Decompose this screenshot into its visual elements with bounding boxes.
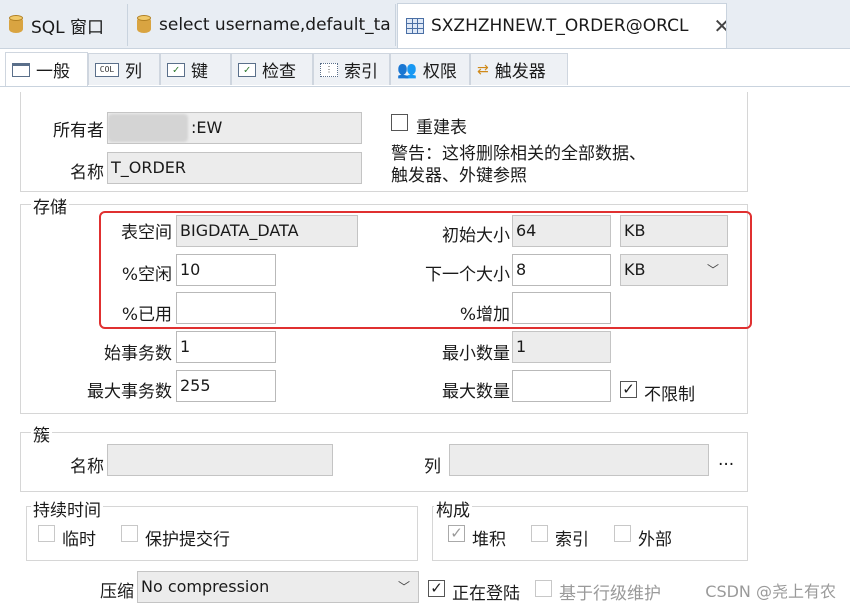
browse-button[interactable]: ... (718, 450, 734, 470)
tab-checks[interactable]: ✓ 检查 (231, 53, 313, 85)
compression-value: No compression (141, 577, 270, 596)
temporary-label: 临时 (62, 530, 96, 550)
unlimited-checkbox[interactable]: ✓ (620, 381, 637, 398)
initrans-label: 始事务数 (104, 344, 172, 364)
index-icon: ⋮ (320, 62, 338, 77)
cluster-columns-label: 列 (424, 457, 441, 477)
database-icon (136, 15, 152, 35)
database-icon (8, 15, 24, 35)
rebuild-table-label: 重建表 (416, 118, 467, 138)
preserve-rows-checkbox[interactable] (121, 525, 138, 542)
watermark: CSDN @尧上有农 (705, 582, 836, 601)
cluster-name-field[interactable] (107, 444, 333, 476)
tab-label: 检查 (262, 62, 296, 82)
logging-label: 正在登陆 (452, 584, 520, 604)
tab-label: 索引 (344, 62, 378, 82)
max-extents-label: 最大数量 (442, 382, 510, 402)
col-icon: COL (95, 62, 119, 77)
unlimited-label: 不限制 (644, 385, 695, 405)
compression-select[interactable]: No compression ﹀ (137, 571, 419, 603)
min-extents-label: 最小数量 (442, 344, 510, 364)
duration-title: 持续时间 (31, 496, 103, 521)
tab-label: 触发器 (494, 62, 546, 82)
tab-label: 一般 (36, 62, 70, 82)
heap-checkbox[interactable]: ✓ (448, 525, 465, 542)
tab-label: 键 (191, 62, 208, 82)
tab-indexes[interactable]: ⋮ 索引 (313, 53, 390, 85)
tab-label: SQL 窗口 (31, 17, 105, 38)
cluster-title: 簇 (31, 421, 52, 446)
heap-label: 堆积 (472, 530, 506, 550)
users-icon: 👥 (397, 60, 417, 79)
highlight-box (99, 211, 752, 329)
tab-triggers[interactable]: ⇄ 触发器 (470, 53, 568, 85)
preserve-rows-label: 保护提交行 (145, 530, 230, 550)
chevron-down-icon: ﹀ (397, 580, 410, 594)
tab-label: 列 (125, 62, 142, 82)
tab-label: SXZHZHNEW.T_ORDER@ORCL (431, 16, 689, 36)
min-extents-field[interactable]: 1 (512, 331, 611, 363)
cluster-name-label: 名称 (70, 457, 104, 477)
tab-keys[interactable]: ✓ 键 (160, 53, 231, 85)
name-label: 名称 (70, 163, 104, 183)
window-icon (12, 62, 30, 77)
tab-general[interactable]: 一般 (5, 52, 88, 86)
document-tab-bar: SQL 窗口 select username,default_ta ... SX… (0, 0, 850, 49)
external-label: 外部 (638, 530, 672, 550)
tab-privileges[interactable]: 👥 权限 (390, 53, 470, 85)
tab-sql-window[interactable]: SQL 窗口 (0, 4, 128, 46)
tab-table-editor[interactable]: SXZHZHNEW.T_ORDER@ORCL ✕ (397, 3, 727, 48)
compression-label: 压缩 (100, 582, 134, 602)
owner-value: :EW (191, 118, 223, 137)
index-organized-checkbox[interactable] (531, 525, 548, 542)
temporary-checkbox[interactable] (38, 525, 55, 542)
check-icon: ✓ (238, 62, 256, 77)
table-name-field[interactable]: T_ORDER (107, 152, 362, 184)
trigger-icon: ⇄ (477, 61, 489, 78)
editor-tab-bar: 一般 COL 列 ✓ 键 ✓ 检查 ⋮ 索引 👥 权限 ⇄ 触发器 (0, 50, 850, 87)
maxtrans-label: 最大事务数 (87, 382, 172, 402)
maxtrans-field[interactable]: 255 (176, 370, 276, 402)
storage-title: 存储 (31, 193, 69, 218)
tab-select-query[interactable]: select username,default_ta ... (128, 4, 396, 46)
owner-label: 所有者 (53, 121, 104, 141)
organization-title: 构成 (434, 496, 472, 521)
logging-checkbox[interactable]: ✓ (428, 580, 445, 597)
rebuild-table-checkbox[interactable] (391, 114, 408, 131)
row-movement-checkbox[interactable] (535, 580, 552, 597)
tab-label: 权限 (422, 62, 457, 82)
cluster-columns-field[interactable] (449, 444, 709, 476)
key-check-icon: ✓ (167, 62, 185, 77)
warning-text-line2: 触发器、外键参照 (391, 166, 527, 186)
row-movement-label: 基于行级维护 (559, 584, 661, 604)
max-extents-field[interactable] (512, 370, 611, 402)
tab-columns[interactable]: COL 列 (88, 53, 160, 85)
table-grid-icon (406, 18, 424, 34)
tab-label: select username,default_ta ... (159, 15, 396, 35)
close-icon[interactable]: ✕ (713, 14, 726, 38)
index-organized-label: 索引 (555, 530, 589, 550)
initrans-field[interactable]: 1 (176, 331, 276, 363)
external-checkbox[interactable] (614, 525, 631, 542)
redacted-mask (108, 114, 188, 142)
